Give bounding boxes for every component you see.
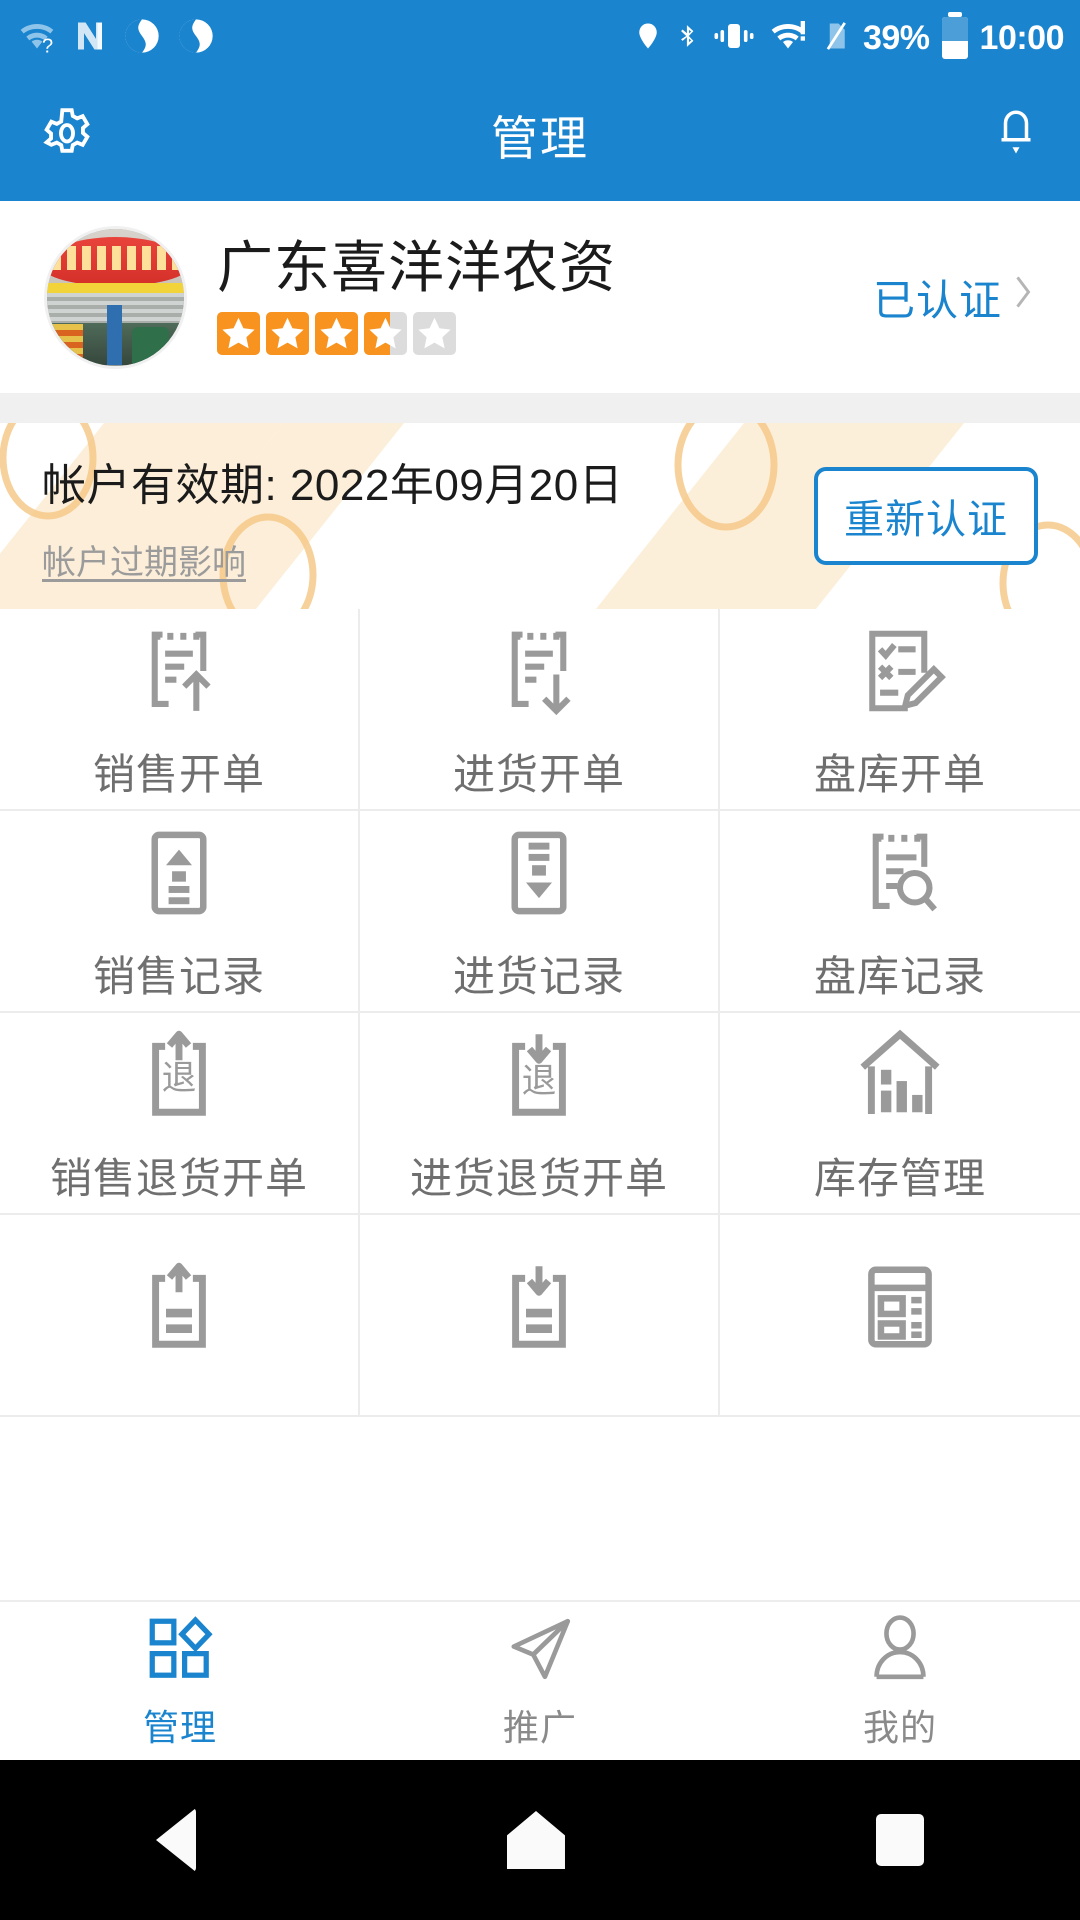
gear-icon[interactable]: [34, 103, 100, 174]
svg-text:退: 退: [162, 1059, 197, 1097]
profile-section: 广东喜洋洋农资 已认证: [0, 201, 1080, 393]
svg-text:退: 退: [522, 1062, 557, 1100]
bluetooth-icon: [675, 16, 701, 61]
n-logo-icon: [72, 16, 108, 61]
return-up-icon: 退: [127, 1021, 231, 1129]
grid-item-label: 销售记录: [92, 952, 265, 1000]
recertify-button[interactable]: 重新认证: [814, 467, 1038, 565]
vibrate-icon: [713, 16, 755, 61]
recents-square-icon[interactable]: [876, 1814, 925, 1866]
grid-item-label: 盘库记录: [813, 952, 986, 1000]
sync-icon: [122, 16, 162, 61]
status-bar: ? 39% 10:00: [0, 0, 1080, 76]
grid-item-row4-9[interactable]: [0, 1215, 360, 1417]
svg-text:?: ?: [42, 35, 53, 55]
doc-down-line-icon: [487, 1253, 591, 1361]
grid-item-进货记录[interactable]: 进货记录: [360, 811, 720, 1013]
star-5: [413, 311, 456, 355]
rating-stars: [217, 311, 873, 355]
avatar[interactable]: [44, 225, 187, 369]
checklist-pencil-icon: [848, 617, 952, 725]
account-info: 帐户有效期: 2022年09月20日 帐户过期影响: [42, 449, 623, 584]
grid-item-label: 销售退货开单: [49, 1154, 308, 1202]
location-icon: [633, 16, 663, 61]
person-icon: [863, 1612, 937, 1691]
app-bar: 管理: [0, 76, 1080, 201]
star-1: [217, 311, 260, 355]
doc-down-arrow-icon: [487, 617, 591, 725]
paper-plane-icon: [503, 1612, 577, 1691]
wifi-alert-icon: [767, 16, 809, 61]
back-triangle-icon[interactable]: [155, 1808, 196, 1872]
grid-item-库存管理[interactable]: 库存管理: [720, 1013, 1080, 1215]
box-up-icon: [127, 819, 231, 927]
account-validity-date: 帐户有效期: 2022年09月20日: [42, 460, 624, 510]
doc-up-line-icon: [127, 1253, 231, 1361]
grid-diamond-icon: [143, 1612, 217, 1691]
status-bar-left-icons: ?: [16, 16, 216, 61]
grid-item-label: 进货记录: [452, 952, 625, 1000]
section-divider: [0, 393, 1080, 423]
tab-mine[interactable]: 我的: [720, 1602, 1080, 1760]
verified-label: 已认证: [872, 276, 1002, 324]
sync-icon-2: [176, 16, 216, 61]
report-icon: [848, 1253, 952, 1361]
tab-manage-label: 管理: [142, 1706, 217, 1748]
battery-percent: 39%: [862, 19, 930, 57]
sim-slash-icon: [821, 16, 851, 61]
grid-item-row4-10[interactable]: [360, 1215, 720, 1417]
star-4: [364, 311, 407, 355]
grid-item-label: 库存管理: [813, 1154, 986, 1202]
bottom-tab-bar: 管理 推广 我的: [0, 1600, 1080, 1760]
status-bar-right-icons: 39% 10:00: [633, 12, 1065, 61]
tab-promote[interactable]: 推广: [360, 1602, 720, 1760]
home-pentagon-icon[interactable]: [506, 1811, 565, 1869]
shop-name: 广东喜洋洋农资: [217, 236, 616, 300]
grid-item-进货开单[interactable]: 进货开单: [360, 609, 720, 811]
tab-promote-label: 推广: [502, 1706, 577, 1748]
tab-mine-label: 我的: [862, 1706, 937, 1748]
wifi-question-icon: ?: [16, 16, 58, 61]
bell-icon[interactable]: [986, 103, 1046, 174]
account-expire-info-link[interactable]: 帐户过期影响: [42, 535, 246, 584]
system-navigation-bar: [0, 1760, 1080, 1920]
star-2: [266, 311, 309, 355]
grid-item-盘库记录[interactable]: 盘库记录: [720, 811, 1080, 1013]
chevron-right-icon: [1010, 270, 1036, 324]
grid-item-label: 进货退货开单: [409, 1154, 668, 1202]
doc-search-icon: [848, 819, 952, 927]
grid-item-盘库开单[interactable]: 盘库开单: [720, 609, 1080, 811]
grid-item-销售退货开单[interactable]: 退销售退货开单: [0, 1013, 360, 1215]
grid-item-销售记录[interactable]: 销售记录: [0, 811, 360, 1013]
account-validity-banner: 帐户有效期: 2022年09月20日 帐户过期影响 重新认证: [0, 423, 1080, 609]
tab-manage[interactable]: 管理: [0, 1602, 360, 1760]
grid-item-进货退货开单[interactable]: 退进货退货开单: [360, 1013, 720, 1215]
star-3: [315, 311, 358, 355]
return-down-icon: 退: [487, 1021, 591, 1129]
page-title: 管理: [491, 112, 589, 165]
verified-status-link[interactable]: 已认证: [873, 267, 1036, 328]
grid-item-row4-11[interactable]: [720, 1215, 1080, 1417]
clock: 10:00: [979, 19, 1065, 57]
grid-item-label: 销售开单: [92, 750, 265, 798]
battery-icon: [941, 12, 968, 59]
grid-item-label: 盘库开单: [813, 750, 986, 798]
profile-details: 广东喜洋洋农资: [187, 236, 873, 355]
grid-item-销售开单[interactable]: 销售开单: [0, 609, 360, 811]
warehouse-icon: [848, 1021, 952, 1129]
grid-item-label: 进货开单: [452, 750, 625, 798]
function-grid: 销售开单 进货开单 盘库开单 销售记录 进货记录 盘库记录退销售退货开单退进货退货开单 库存…: [0, 609, 1080, 1417]
doc-up-arrow-icon: [127, 617, 231, 725]
box-down-icon: [487, 819, 591, 927]
